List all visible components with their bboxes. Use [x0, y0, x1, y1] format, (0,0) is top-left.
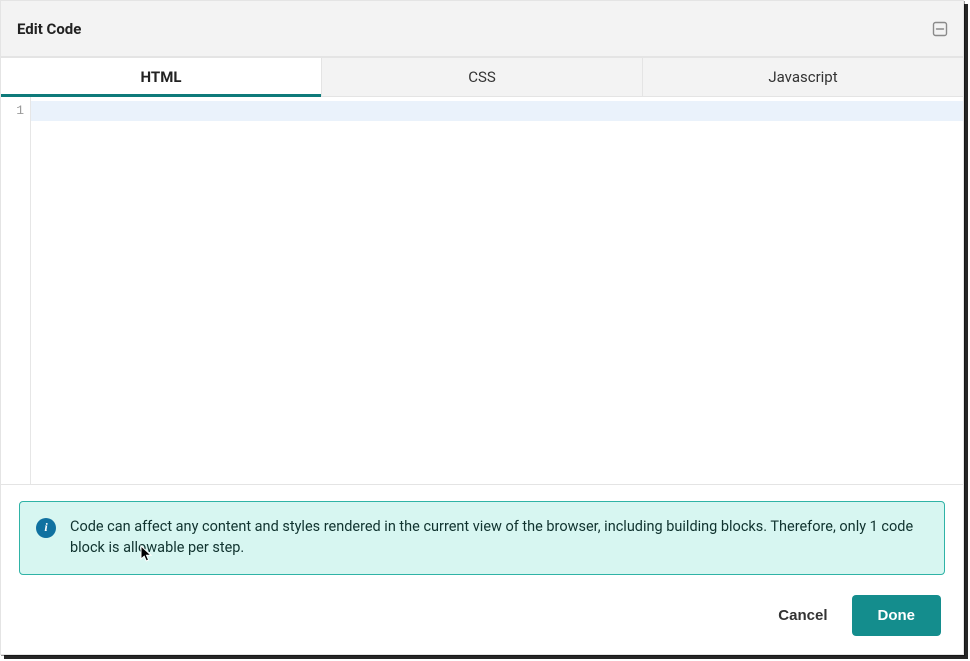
footer-actions: Cancel Done	[1, 585, 963, 654]
panel-header: Edit Code	[1, 1, 963, 57]
panel-title: Edit Code	[17, 20, 81, 38]
info-alert: i Code can affect any content and styles…	[19, 501, 945, 575]
cancel-button[interactable]: Cancel	[770, 597, 835, 634]
done-button[interactable]: Done	[852, 595, 942, 636]
code-input[interactable]	[31, 97, 963, 484]
info-icon: i	[36, 518, 56, 538]
code-tabs: HTML CSS Javascript	[1, 57, 963, 97]
line-number-gutter: 1	[1, 97, 31, 484]
collapse-icon[interactable]	[931, 20, 949, 38]
line-number: 1	[1, 101, 30, 121]
tab-javascript[interactable]: Javascript	[643, 57, 963, 96]
tab-label: Javascript	[768, 68, 837, 86]
alert-message: Code can affect any content and styles r…	[70, 516, 928, 558]
tab-label: HTML	[141, 68, 182, 86]
tab-css[interactable]: CSS	[322, 57, 643, 96]
alert-region: i Code can affect any content and styles…	[1, 485, 963, 585]
tab-html[interactable]: HTML	[1, 57, 322, 96]
code-editor: 1	[1, 97, 963, 485]
edit-code-panel: Edit Code HTML CSS Javascript 1 i Code c…	[0, 0, 964, 655]
code-area	[31, 97, 963, 484]
tab-label: CSS	[468, 68, 496, 86]
